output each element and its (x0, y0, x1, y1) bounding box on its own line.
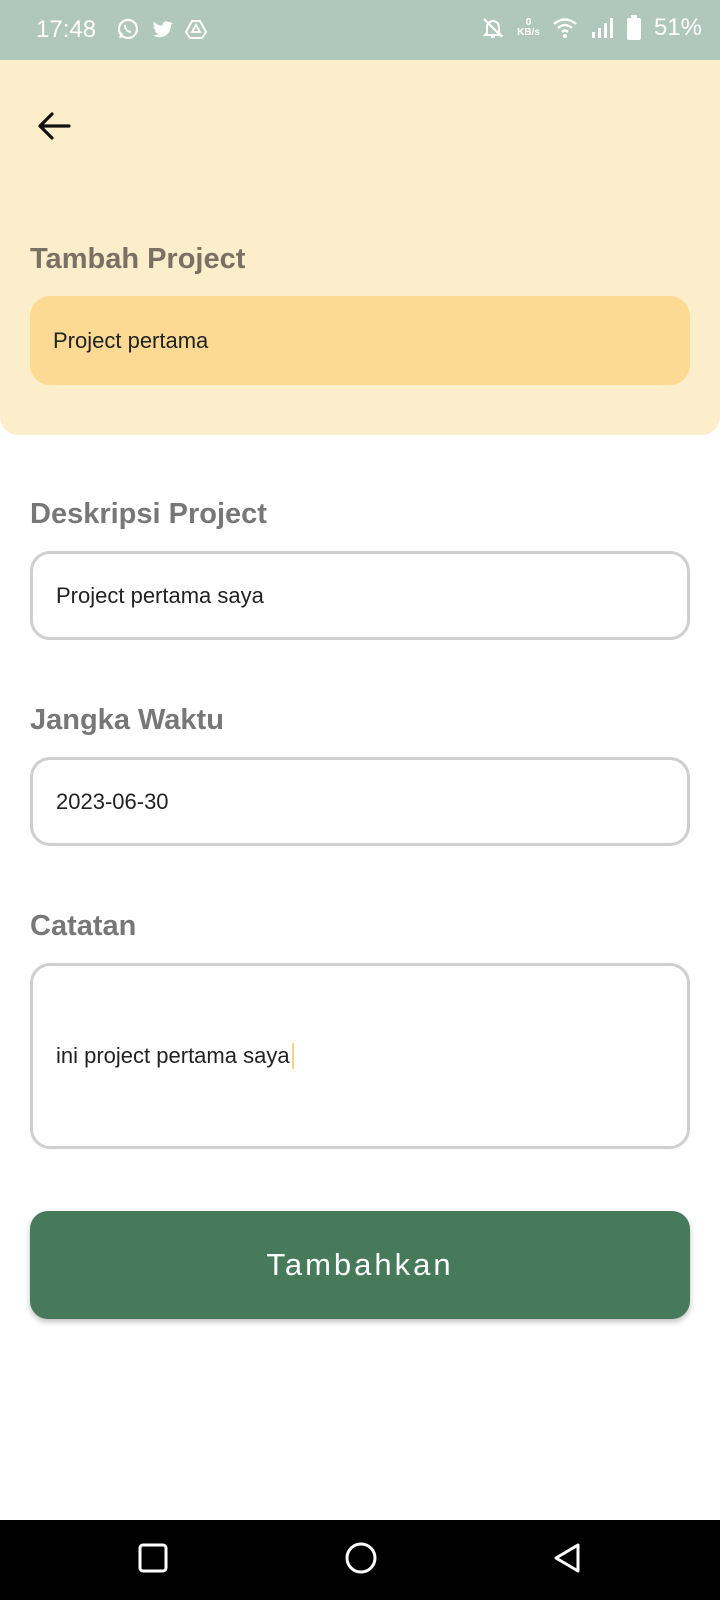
bell-off-icon (481, 16, 505, 40)
system-nav-bar (0, 1520, 720, 1600)
notes-textarea[interactable]: ini project pertama saya (30, 963, 690, 1149)
triangle-back-icon (551, 1542, 583, 1579)
submit-button[interactable]: Tambahkan (30, 1211, 690, 1319)
notes-value: ini project pertama saya (56, 1043, 290, 1068)
wifi-icon (552, 16, 578, 40)
text-cursor (291, 1043, 294, 1069)
description-input[interactable]: Project pertama saya (30, 551, 690, 640)
status-time: 17:48 (36, 16, 97, 43)
arrow-left-icon (37, 111, 71, 146)
data-rate-indicator: 0 KB/s (517, 18, 540, 38)
status-bar: 17:48 0 KB/s 51% (0, 0, 720, 60)
circle-icon (344, 1541, 378, 1580)
notification-icons (116, 17, 208, 41)
notes-label: Catatan (30, 910, 137, 942)
deadline-label: Jangka Waktu (30, 704, 224, 736)
twitter-icon (150, 17, 174, 41)
data-rate-unit: KB/s (517, 27, 540, 38)
deadline-value: 2023-06-30 (56, 788, 169, 814)
battery-icon (626, 15, 642, 41)
whatsapp-icon (116, 17, 140, 41)
signal-icon (590, 16, 614, 40)
description-value: Project pertama saya (56, 582, 264, 608)
project-name-input[interactable]: Project pertama (30, 296, 690, 385)
battery-percent: 51% (653, 14, 702, 41)
home-button[interactable] (341, 1540, 381, 1580)
square-icon (138, 1543, 168, 1578)
back-nav-button[interactable] (547, 1540, 587, 1580)
back-button[interactable] (30, 104, 78, 152)
description-label: Deskripsi Project (30, 498, 267, 530)
deadline-input[interactable]: 2023-06-30 (30, 757, 690, 846)
page-title: Tambah Project (30, 243, 246, 275)
drive-icon (184, 17, 208, 41)
project-name-value: Project pertama (53, 327, 209, 353)
recents-button[interactable] (133, 1540, 173, 1580)
